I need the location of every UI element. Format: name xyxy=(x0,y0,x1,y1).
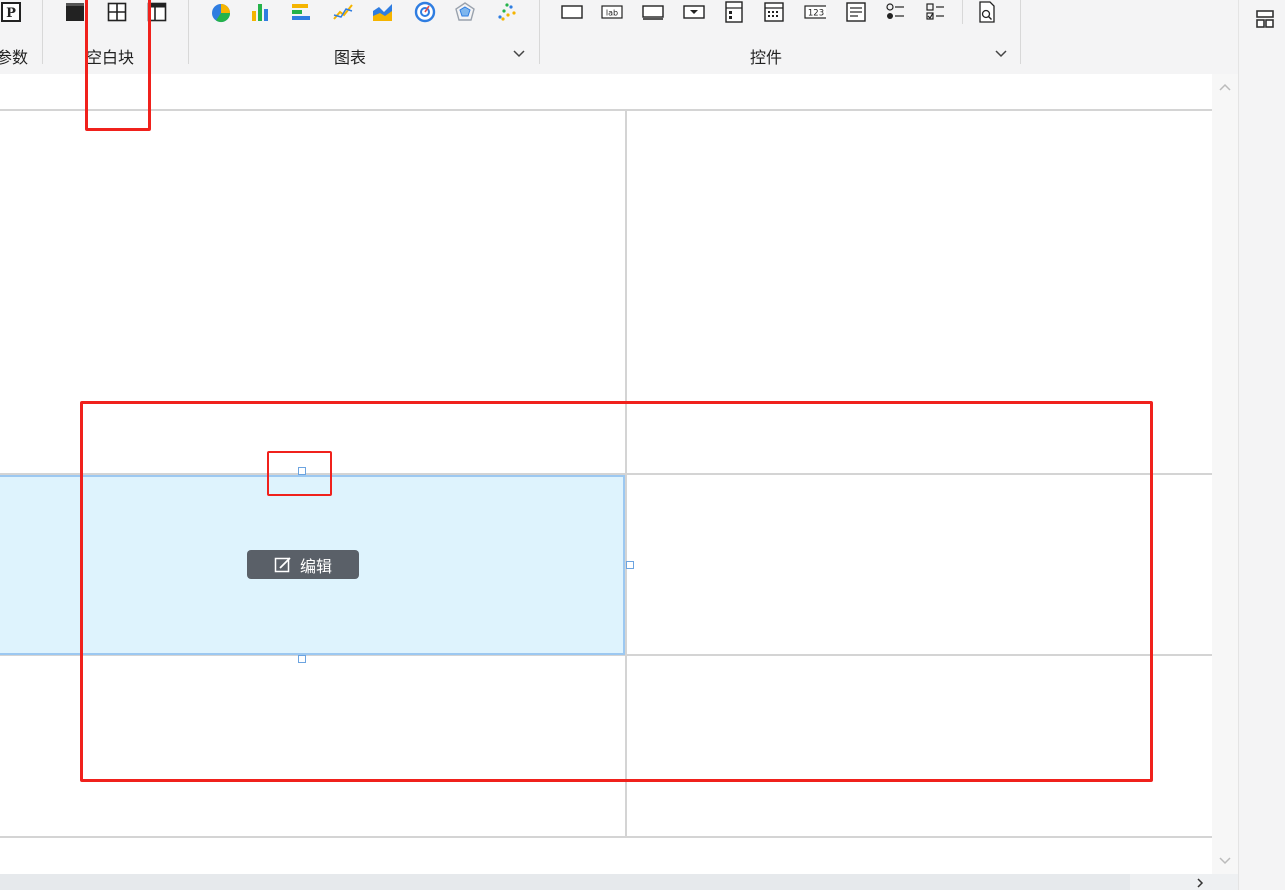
right-side-panel xyxy=(1238,0,1285,890)
scroll-right-icon[interactable] xyxy=(1194,876,1206,894)
widget-group-label: 控件 xyxy=(750,50,783,67)
button-widget-icon[interactable] xyxy=(642,0,664,24)
chart-group-chevron-down-icon[interactable] xyxy=(512,46,526,60)
scroll-up-icon[interactable] xyxy=(1218,80,1232,98)
line-chart-icon[interactable] xyxy=(332,0,354,24)
gauge-chart-icon[interactable] xyxy=(414,0,436,24)
component-tree-icon[interactable] xyxy=(1254,8,1276,35)
chart-group-label: 图表 xyxy=(334,50,367,67)
file-preview-widget-icon[interactable] xyxy=(976,0,998,24)
scatter-chart-icon[interactable] xyxy=(496,0,518,24)
pie-chart-icon[interactable] xyxy=(210,0,232,24)
dropdown-tree-widget-icon[interactable] xyxy=(723,0,745,24)
label-widget-text: lab xyxy=(606,9,618,18)
text-area-widget-icon[interactable] xyxy=(845,0,867,24)
date-widget-icon[interactable] xyxy=(763,0,785,24)
param-p-icon[interactable]: P xyxy=(0,0,22,24)
params-group-label: 参数 xyxy=(0,50,29,67)
svg-text:P: P xyxy=(6,6,16,21)
text-box-widget-icon[interactable] xyxy=(561,0,583,24)
dropdown-widget-icon[interactable] xyxy=(683,0,705,24)
bar-chart-icon[interactable] xyxy=(250,0,272,24)
highlight-resize-handle xyxy=(267,451,332,496)
separator xyxy=(1020,0,1021,64)
highlight-block-area xyxy=(80,401,1153,782)
number-widget-text: 123 xyxy=(808,9,824,19)
blank-block-full-icon[interactable] xyxy=(64,0,86,24)
horizontal-bar-icon[interactable] xyxy=(290,0,312,24)
scroll-down-icon[interactable] xyxy=(1218,854,1232,872)
grid-line xyxy=(0,109,1212,111)
area-chart-icon[interactable] xyxy=(372,0,394,24)
radio-group-widget-icon[interactable] xyxy=(885,0,907,24)
checkbox-group-widget-icon[interactable] xyxy=(925,0,947,24)
widget-group-chevron-down-icon[interactable] xyxy=(994,46,1008,60)
separator xyxy=(539,0,540,64)
horizontal-scrollbar[interactable] xyxy=(0,874,1238,890)
highlight-blank-block-icon xyxy=(85,0,151,131)
separator xyxy=(42,0,43,64)
separator xyxy=(188,0,189,64)
radar-chart-icon[interactable] xyxy=(454,0,476,24)
toolbar: P 参数 空白块 图表 lab 123 控件 xyxy=(0,0,1238,75)
number-widget-icon[interactable]: 123 xyxy=(804,0,826,24)
scroll-thumb[interactable] xyxy=(0,874,1130,890)
label-widget-icon[interactable]: lab xyxy=(601,0,623,24)
separator xyxy=(962,0,963,24)
grid-line xyxy=(0,836,1212,838)
vertical-scrollbar[interactable] xyxy=(1212,74,1238,874)
